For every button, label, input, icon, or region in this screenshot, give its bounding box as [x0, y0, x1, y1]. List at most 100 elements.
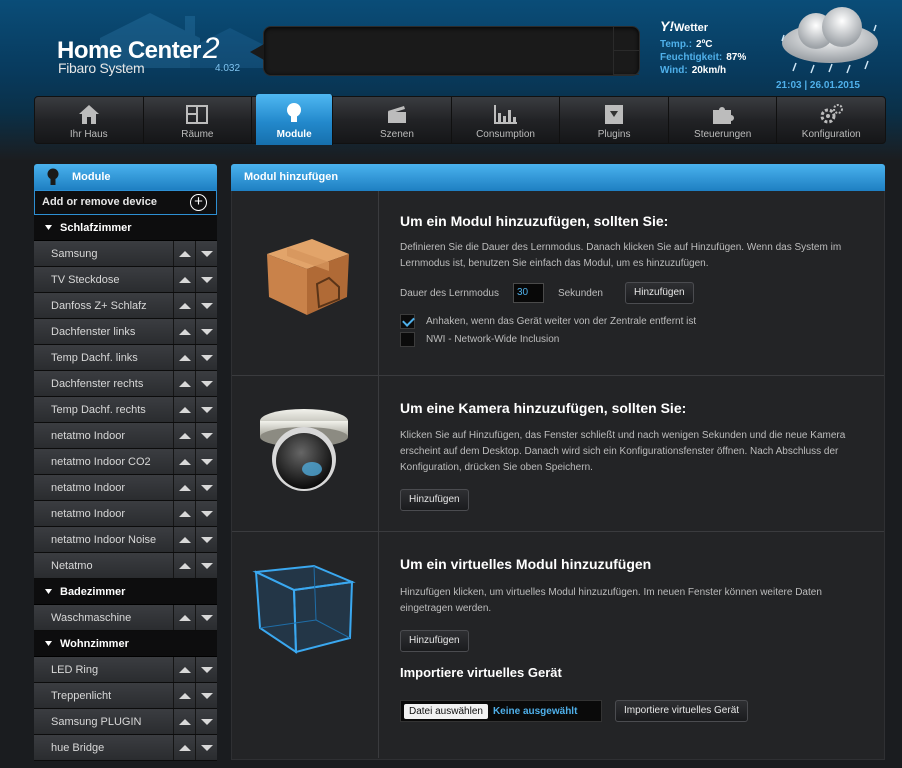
- move-up-icon[interactable]: [173, 657, 195, 682]
- nav-raeume[interactable]: Räume: [144, 97, 253, 143]
- download-box-icon: [605, 105, 624, 124]
- app-subtitle: Fibaro System: [58, 60, 145, 76]
- add-camera-heading: Um eine Kamera hinzuzufügen, sollten Sie…: [400, 400, 687, 416]
- move-up-icon[interactable]: [173, 735, 195, 760]
- learn-duration-label: Dauer des Lernmodus: [400, 287, 499, 299]
- move-down-icon[interactable]: [195, 553, 217, 578]
- device-item[interactable]: Dachfenster links: [34, 319, 217, 345]
- device-item[interactable]: Samsung PLUGIN: [34, 709, 217, 735]
- move-down-icon[interactable]: [195, 709, 217, 734]
- move-down-icon[interactable]: [195, 371, 217, 396]
- move-up-icon[interactable]: [173, 423, 195, 448]
- message-up-button[interactable]: [614, 27, 639, 51]
- move-down-icon[interactable]: [195, 449, 217, 474]
- move-up-icon[interactable]: [173, 475, 195, 500]
- room-header[interactable]: Schlafzimmer: [34, 215, 217, 241]
- device-item[interactable]: netatmo Indoor: [34, 475, 217, 501]
- move-up-icon[interactable]: [173, 605, 195, 630]
- device-item[interactable]: hue Bridge: [34, 735, 217, 761]
- move-up-icon[interactable]: [173, 267, 195, 292]
- room-header[interactable]: Badezimmer: [34, 579, 217, 605]
- move-down-icon[interactable]: [195, 657, 217, 682]
- add-remove-device-button[interactable]: Add or remove device +: [34, 190, 217, 215]
- move-up-icon[interactable]: [173, 501, 195, 526]
- move-up-icon[interactable]: [173, 319, 195, 344]
- message-box: [250, 26, 640, 76]
- learn-duration-input[interactable]: 30: [512, 283, 544, 303]
- puzzle-icon: [712, 107, 734, 124]
- nav-plugins[interactable]: Plugins: [560, 97, 669, 143]
- app-version: 4.032: [215, 63, 241, 74]
- move-down-icon[interactable]: [195, 527, 217, 552]
- move-up-icon[interactable]: [173, 449, 195, 474]
- nav-szenen[interactable]: Szenen: [343, 97, 452, 143]
- device-item[interactable]: Treppenlicht: [34, 683, 217, 709]
- move-up-icon[interactable]: [173, 397, 195, 422]
- move-down-icon[interactable]: [195, 735, 217, 760]
- move-down-icon[interactable]: [195, 293, 217, 318]
- datetime: 21:03 | 26.01.2015: [776, 80, 860, 91]
- move-down-icon[interactable]: [195, 605, 217, 630]
- move-down-icon[interactable]: [195, 319, 217, 344]
- add-module-button[interactable]: Hinzufügen: [625, 282, 694, 304]
- sidebar: Module Add or remove device + Schlafzimm…: [34, 164, 217, 768]
- device-item[interactable]: netatmo Indoor: [34, 501, 217, 527]
- device-item[interactable]: Danfoss Z+ Schlafz: [34, 293, 217, 319]
- device-item[interactable]: netatmo Indoor Noise: [34, 527, 217, 553]
- move-down-icon[interactable]: [195, 475, 217, 500]
- room-header[interactable]: Wohnzimmer: [34, 631, 217, 657]
- move-up-icon[interactable]: [173, 527, 195, 552]
- add-virtual-button[interactable]: Hinzufügen: [400, 630, 469, 652]
- clapperboard-icon: [387, 106, 406, 123]
- device-item[interactable]: Temp Dachf. links: [34, 345, 217, 371]
- move-up-icon[interactable]: [173, 293, 195, 318]
- move-up-icon[interactable]: [173, 371, 195, 396]
- nav-konfiguration[interactable]: Konfiguration: [777, 97, 885, 143]
- long-range-checkbox[interactable]: [400, 314, 415, 329]
- add-camera-button[interactable]: Hinzufügen: [400, 489, 469, 511]
- move-down-icon[interactable]: [195, 345, 217, 370]
- no-file-label: Keine ausgewählt: [492, 705, 578, 717]
- device-item[interactable]: Dachfenster rechts: [34, 371, 217, 397]
- move-up-icon[interactable]: [173, 553, 195, 578]
- nwi-checkbox[interactable]: [400, 332, 415, 347]
- add-virtual-heading: Um ein virtuelles Modul hinzuzufügen: [400, 556, 652, 572]
- move-up-icon[interactable]: [173, 709, 195, 734]
- nav-consumption[interactable]: Consumption: [452, 97, 561, 143]
- camera-dome-icon: [260, 409, 348, 491]
- device-item[interactable]: netatmo Indoor CO2: [34, 449, 217, 475]
- device-item[interactable]: Temp Dachf. rechts: [34, 397, 217, 423]
- choose-file-button[interactable]: Datei auswählen: [404, 703, 488, 719]
- nav-ihr-haus[interactable]: Ihr Haus: [35, 97, 144, 143]
- import-virtual-button[interactable]: Importiere virtuelles Gerät: [615, 700, 749, 722]
- long-range-label: Anhaken, wenn das Gerät weiter von der Z…: [426, 316, 697, 327]
- add-camera-text: Klicken Sie auf Hinzufügen, das Fenster …: [400, 430, 846, 473]
- move-down-icon[interactable]: [195, 267, 217, 292]
- move-up-icon[interactable]: [173, 345, 195, 370]
- add-module-heading: Um ein Modul hinzuzufügen, sollten Sie:: [400, 213, 669, 229]
- device-item[interactable]: Samsung: [34, 241, 217, 267]
- nav-module[interactable]: Module: [256, 94, 334, 145]
- message-down-button[interactable]: [614, 51, 639, 75]
- move-up-icon[interactable]: [173, 241, 195, 266]
- device-item[interactable]: TV Steckdose: [34, 267, 217, 293]
- main-panel-body: Um ein Modul hinzuzufügen, sollten Sie: …: [231, 191, 885, 760]
- device-item[interactable]: LED Ring: [34, 657, 217, 683]
- move-down-icon[interactable]: [195, 501, 217, 526]
- file-input[interactable]: Datei auswählen Keine ausgewählt: [400, 700, 602, 722]
- device-item[interactable]: Netatmo: [34, 553, 217, 579]
- move-down-icon[interactable]: [195, 397, 217, 422]
- move-down-icon[interactable]: [195, 241, 217, 266]
- move-down-icon[interactable]: [195, 683, 217, 708]
- weather-panel: Y!Wetter Temp.: 2ºC Feuchtigkeit: 87% Wind…: [660, 18, 746, 78]
- nav-steuerungen[interactable]: Steuerungen: [669, 97, 778, 143]
- device-item[interactable]: Waschmaschine: [34, 605, 217, 631]
- add-virtual-text: Hinzufügen klicken, um virtuelles Modul …: [400, 587, 822, 614]
- sidebar-header: Module: [34, 164, 217, 190]
- move-down-icon[interactable]: [195, 423, 217, 448]
- gears-icon: [820, 104, 844, 124]
- main-panel-title: Modul hinzufügen: [231, 164, 885, 191]
- device-item[interactable]: netatmo Indoor: [34, 423, 217, 449]
- nwi-label: NWI - Network-Wide Inclusion: [426, 334, 560, 345]
- move-up-icon[interactable]: [173, 683, 195, 708]
